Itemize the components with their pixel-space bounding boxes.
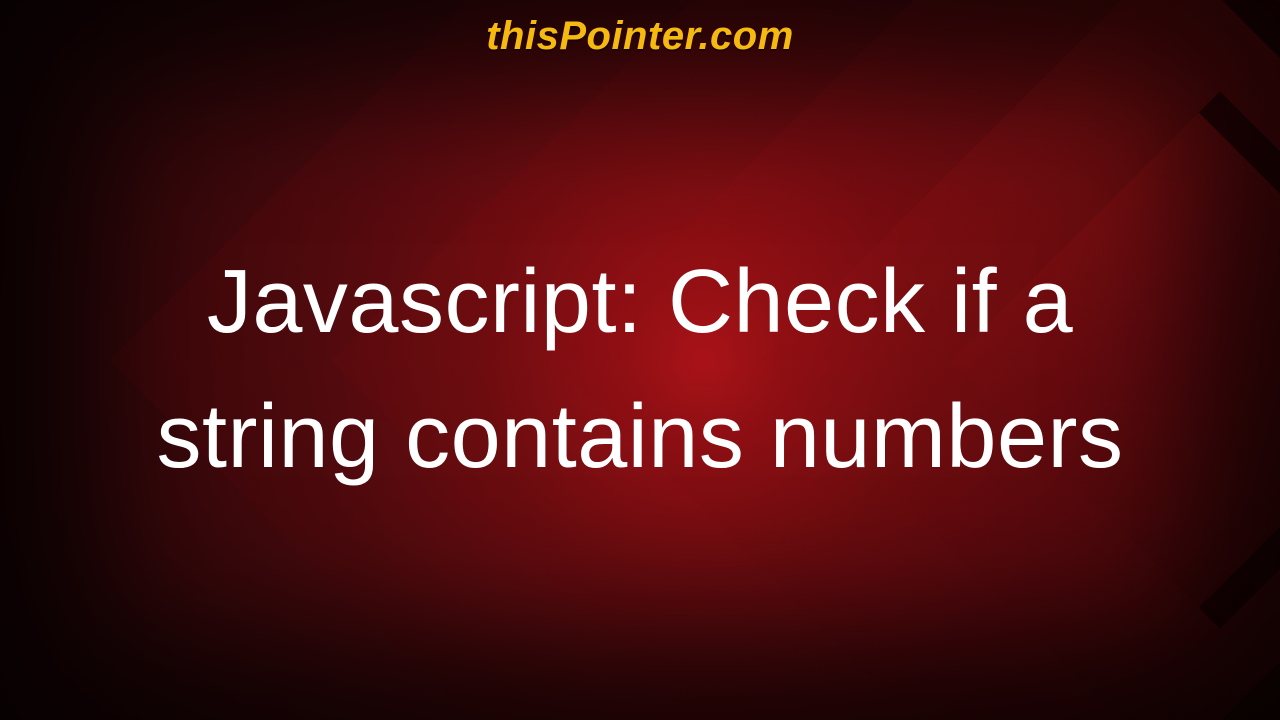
article-title: Javascript: Check if a string contains n… xyxy=(0,235,1280,505)
site-logo-text: thisPointer.com xyxy=(0,14,1280,59)
banner-canvas: thisPointer.com Javascript: Check if a s… xyxy=(0,0,1280,720)
